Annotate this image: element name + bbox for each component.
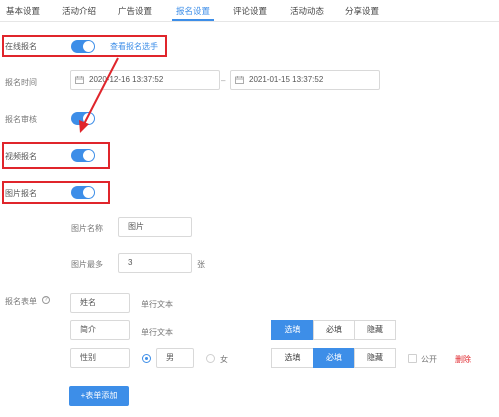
question-icon[interactable]: ? (42, 296, 50, 304)
radio-male-label-input[interactable]: 男 (156, 348, 194, 368)
image-max-input[interactable]: 3 (118, 253, 192, 273)
view-contestants-link[interactable]: 查看报名选手 (110, 41, 158, 52)
tab-share-settings[interactable]: 分享设置 (345, 5, 379, 17)
image-signup-switch[interactable] (71, 186, 95, 199)
end-time-input[interactable]: 2021-01-15 13:37:52 (230, 70, 380, 90)
online-signup-label: 在线报名 (5, 42, 37, 51)
signup-time-label: 报名时间 (5, 78, 37, 87)
signup-review-label: 报名审核 (5, 115, 37, 124)
public-checkbox[interactable] (408, 354, 417, 363)
tab-signup-settings[interactable]: 报名设置 (176, 5, 210, 17)
tab-comment-settings[interactable]: 评论设置 (233, 5, 267, 17)
image-signup-label: 图片报名 (5, 189, 37, 198)
radio-female[interactable] (206, 354, 215, 363)
video-signup-label: 视频报名 (5, 152, 37, 161)
video-signup-switch[interactable] (71, 149, 95, 162)
online-signup-switch[interactable] (71, 40, 95, 53)
add-form-field-button[interactable]: +表单添加 (69, 386, 129, 406)
image-name-label: 图片名称 (71, 224, 103, 233)
option-optional-button[interactable]: 选填 (271, 320, 314, 340)
start-time-value: 2020-12-16 13:37:52 (89, 75, 164, 84)
tab-ad-settings[interactable]: 广告设置 (118, 5, 152, 17)
active-tab-indicator (172, 19, 214, 21)
option-optional-button[interactable]: 选填 (271, 348, 314, 368)
public-label: 公开 (421, 355, 437, 364)
form-field-gender-input[interactable]: 性别 (70, 348, 130, 368)
end-time-value: 2021-01-15 13:37:52 (249, 75, 324, 84)
tab-activity-intro[interactable]: 活动介绍 (62, 5, 96, 17)
radio-female-label: 女 (220, 355, 228, 364)
form-field-intro-input[interactable]: 简介 (70, 320, 130, 340)
image-max-label: 图片最多 (71, 260, 103, 269)
tab-activity-news[interactable]: 活动动态 (290, 5, 324, 17)
form-field-type: 单行文本 (141, 328, 173, 337)
image-name-input[interactable]: 图片 (118, 217, 192, 237)
image-max-unit: 张 (197, 260, 205, 269)
tab-basic-settings[interactable]: 基本设置 (6, 5, 40, 17)
option-required-button[interactable]: 必填 (313, 320, 355, 340)
signup-review-switch[interactable] (71, 112, 95, 125)
calendar-icon (235, 76, 244, 84)
option-required-button[interactable]: 必填 (313, 348, 355, 368)
form-field-name-input[interactable]: 姓名 (70, 293, 130, 313)
option-hidden-button[interactable]: 隐藏 (354, 348, 396, 368)
delete-link[interactable]: 删除 (455, 354, 471, 365)
signup-form-label: 报名表单 (5, 297, 37, 306)
option-hidden-button[interactable]: 隐藏 (354, 320, 396, 340)
tab-bar: 基本设置 活动介绍 广告设置 报名设置 评论设置 活动动态 分享设置 (0, 0, 499, 22)
calendar-icon (75, 76, 84, 84)
form-field-type: 单行文本 (141, 300, 173, 309)
start-time-input[interactable]: 2020-12-16 13:37:52 (70, 70, 220, 90)
time-separator: – (221, 76, 226, 85)
radio-male[interactable] (142, 354, 151, 363)
